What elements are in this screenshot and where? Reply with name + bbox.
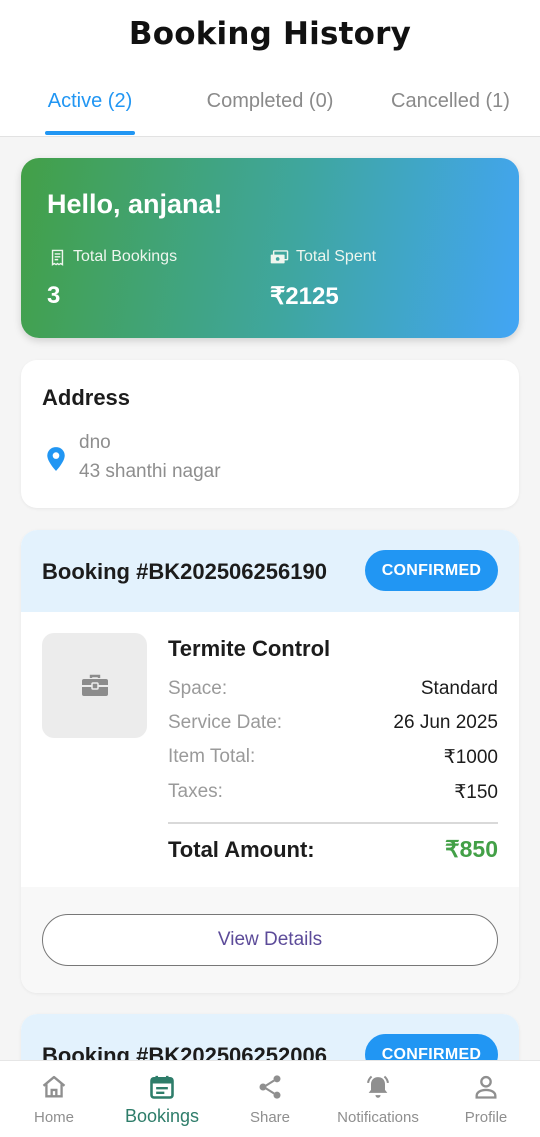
address-line-1: dno <box>79 432 111 453</box>
home-icon <box>42 1075 66 1098</box>
nav-share-label: Share <box>249 1109 291 1126</box>
nav-share[interactable]: Share <box>216 1061 324 1137</box>
taxes-label: Taxes: <box>168 781 223 802</box>
booking-card-header: Booking #BK202506256190 CONFIRMED <box>21 530 519 612</box>
money-icon <box>270 249 289 263</box>
app-header: Booking History Active (2) Completed (0)… <box>0 0 540 137</box>
booking-id: Booking #BK202506256190 <box>42 559 327 584</box>
summary-card: Hello, anjana! Total Bookings 3 Total Sp… <box>21 158 519 338</box>
booking-id: Booking #BK202506252006 <box>42 1043 327 1060</box>
total-spent-value: ₹2125 <box>270 283 339 310</box>
receipt-icon <box>51 249 64 266</box>
nav-bookings[interactable]: Bookings <box>108 1061 216 1137</box>
total-amount-label: Total Amount: <box>168 837 315 862</box>
greeting-title: Hello, anjana! <box>47 189 223 219</box>
item-total-value: ₹1000 <box>443 747 498 768</box>
service-date-label: Service Date: <box>168 712 283 733</box>
booking-card-header: Booking #BK202506252006 CONFIRMED <box>21 1014 519 1060</box>
toolbox-icon <box>81 674 108 696</box>
nav-notifications-label: Notifications <box>337 1109 419 1126</box>
total-bookings-label: Total Bookings <box>73 248 178 265</box>
nav-home-label: Home <box>33 1109 74 1126</box>
service-date-value: 26 Jun 2025 <box>393 712 498 733</box>
bottom-navigation: Home Bookings Share Notifications Profil… <box>0 1060 540 1137</box>
nav-home[interactable]: Home <box>0 1061 108 1137</box>
calendar-icon <box>150 1075 174 1099</box>
booking-list[interactable]: Hello, anjana! Total Bookings 3 Total Sp… <box>0 137 540 1060</box>
nav-profile[interactable]: Profile <box>432 1061 540 1137</box>
location-pin-icon <box>47 447 65 471</box>
status-badge: CONFIRMED <box>365 1034 498 1060</box>
tab-completed[interactable]: Completed (0) <box>195 90 345 113</box>
taxes-value: ₹150 <box>454 782 498 803</box>
status-badge: CONFIRMED <box>365 550 498 591</box>
item-total-label: Item Total: <box>168 746 256 767</box>
booking-card-footer: View Details <box>21 887 519 993</box>
share-icon <box>259 1075 281 1099</box>
address-title: Address <box>42 385 131 410</box>
page-title: Booking History <box>128 16 412 52</box>
total-amount-value: ₹850 <box>444 836 498 862</box>
service-name: Termite Control <box>168 636 331 661</box>
nav-bookings-label: Bookings <box>124 1106 200 1126</box>
person-icon <box>475 1075 497 1099</box>
total-spent-stat: Total Spent <box>270 248 376 266</box>
total-spent-label: Total Spent <box>296 248 377 265</box>
total-bookings-value: 3 <box>47 282 61 309</box>
space-label: Space: <box>168 678 228 699</box>
tab-cancelled[interactable]: Cancelled (1) <box>378 90 523 113</box>
address-line-2: 43 shanthi nagar <box>79 461 221 482</box>
view-details-button[interactable]: View Details <box>42 914 498 966</box>
nav-profile-label: Profile <box>464 1109 508 1126</box>
bell-icon <box>367 1075 389 1098</box>
divider <box>168 822 498 824</box>
booking-card: Booking #BK202506256190 CONFIRMED Termit… <box>21 530 519 993</box>
tab-active[interactable]: Active (2) <box>30 90 150 113</box>
service-image-placeholder <box>42 633 147 738</box>
booking-card: Booking #BK202506252006 CONFIRMED <box>21 1014 519 1060</box>
space-value: Standard <box>420 678 498 699</box>
total-bookings-stat: Total Bookings <box>49 248 177 266</box>
address-card: Address dno 43 shanthi nagar <box>21 360 519 508</box>
nav-notifications[interactable]: Notifications <box>324 1061 432 1137</box>
active-tab-indicator <box>45 131 135 135</box>
